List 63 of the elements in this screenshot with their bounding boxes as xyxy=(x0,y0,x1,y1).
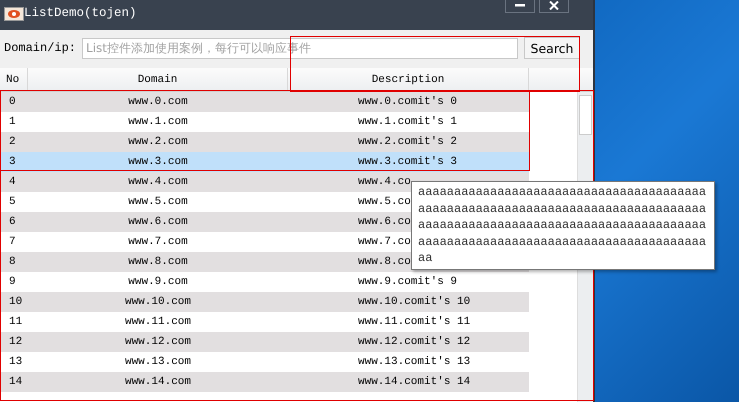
table-cell: www.1.comit's 1 xyxy=(358,116,458,128)
table-cell: www.9.comit's 9 xyxy=(358,276,458,288)
table-cell-text: 7 xyxy=(8,235,17,250)
table-cell: www.6.co xyxy=(358,216,411,228)
table-cell: www.8.co xyxy=(358,256,411,268)
table-cell-text: 0 xyxy=(8,95,17,110)
column-header[interactable]: Description xyxy=(288,68,529,91)
table-cell-text: 4 xyxy=(8,175,17,190)
close-button[interactable] xyxy=(539,0,569,13)
table-cell-text: www.9.com xyxy=(127,275,189,290)
table-cell-text: www.3.com xyxy=(127,155,189,170)
column-header[interactable]: Domain xyxy=(28,68,288,91)
table-cell-text: 13 xyxy=(8,355,24,370)
table-cell: www.2.comit's 2 xyxy=(358,136,458,148)
table-cell-text: 3 xyxy=(8,155,17,170)
minimize-button[interactable] xyxy=(505,0,535,13)
table-cell-text: www.7.com xyxy=(127,235,189,250)
close-icon xyxy=(549,0,559,10)
app-icon xyxy=(4,7,24,21)
table-cell-text: www.14.com xyxy=(124,375,192,390)
table-cell: www.14.comit's 14 xyxy=(358,376,470,388)
table-cell-text: www.11.com xyxy=(124,315,192,330)
table-row[interactable]: 12 www.12.com www.12.comit's 12 xyxy=(0,332,529,352)
table-cell-text: www.8.com xyxy=(127,255,189,270)
window-title: ListDemo(tojen) xyxy=(24,6,137,20)
table-cell-text: 2 xyxy=(8,135,17,150)
search-button[interactable]: Search xyxy=(524,37,580,59)
table-row[interactable]: 3 www.3.com www.3.comit's 3 xyxy=(0,152,529,172)
table-cell-text: www.0.com xyxy=(127,95,189,110)
table-cell-text: www.13.com xyxy=(124,355,192,370)
table-row[interactable]: 0 www.0.com www.0.comit's 0 xyxy=(0,92,529,112)
table-cell-text: 8 xyxy=(8,255,17,270)
table-cell-text: 1 xyxy=(8,115,17,130)
table-cell: www.0.comit's 0 xyxy=(358,96,458,108)
domain-label: Domain/ip: xyxy=(4,41,76,55)
tooltip: aaaaaaaaaaaaaaaaaaaaaaaaaaaaaaaaaaaaaaaaaaaaaaaaaaaaaaaaaaaaaaaaaaaaaaaaaaaaaaaaaaaaaaaaaaaaaaaaaaaaaaaaaaaaaaaaaaaaaaaaaaaaaaaaaaaaaaaaaaaaaaaaaaaaaaaaaaaaaaaaaa xyxy=(411,181,716,270)
table-cell: www.12.comit's 12 xyxy=(358,336,470,348)
minimize-icon xyxy=(515,1,525,9)
table-cell: www.13.comit's 13 xyxy=(358,356,470,368)
table-cell: www.10.comit's 10 xyxy=(358,296,470,308)
table-cell: www.7.co xyxy=(358,236,411,248)
table-row[interactable]: 10 www.10.com www.10.comit's 10 xyxy=(0,292,529,312)
table-row[interactable]: 2 www.2.com www.2.comit's 2 xyxy=(0,132,529,152)
table-cell-text: www.2.com xyxy=(127,135,189,150)
table-cell-text: www.6.com xyxy=(127,215,189,230)
table-cell-text: www.4.com xyxy=(127,175,189,190)
table-row[interactable]: 14 www.14.com www.14.comit's 14 xyxy=(0,372,529,392)
table-cell-text: 14 xyxy=(8,375,24,390)
table-cell: www.3.comit's 3 xyxy=(358,156,458,168)
table-cell: www.5.co xyxy=(358,196,411,208)
column-header[interactable]: No xyxy=(0,68,28,91)
table-cell: www.4.co xyxy=(358,176,411,188)
table-cell-text: 10 xyxy=(8,295,24,310)
table-cell-text: www.1.com xyxy=(127,115,189,130)
table-cell-text: 5 xyxy=(8,195,17,210)
table-cell-text: 11 xyxy=(8,315,24,330)
table-cell-text: www.10.com xyxy=(124,295,192,310)
table-cell-text: 9 xyxy=(8,275,17,290)
table-cell-text: 6 xyxy=(8,215,17,230)
table-cell: www.11.comit's 11 xyxy=(358,316,470,328)
table-cell-text: 12 xyxy=(8,335,24,350)
table-cell-text: www.12.com xyxy=(124,335,192,350)
table-cell-text: www.5.com xyxy=(127,195,189,210)
